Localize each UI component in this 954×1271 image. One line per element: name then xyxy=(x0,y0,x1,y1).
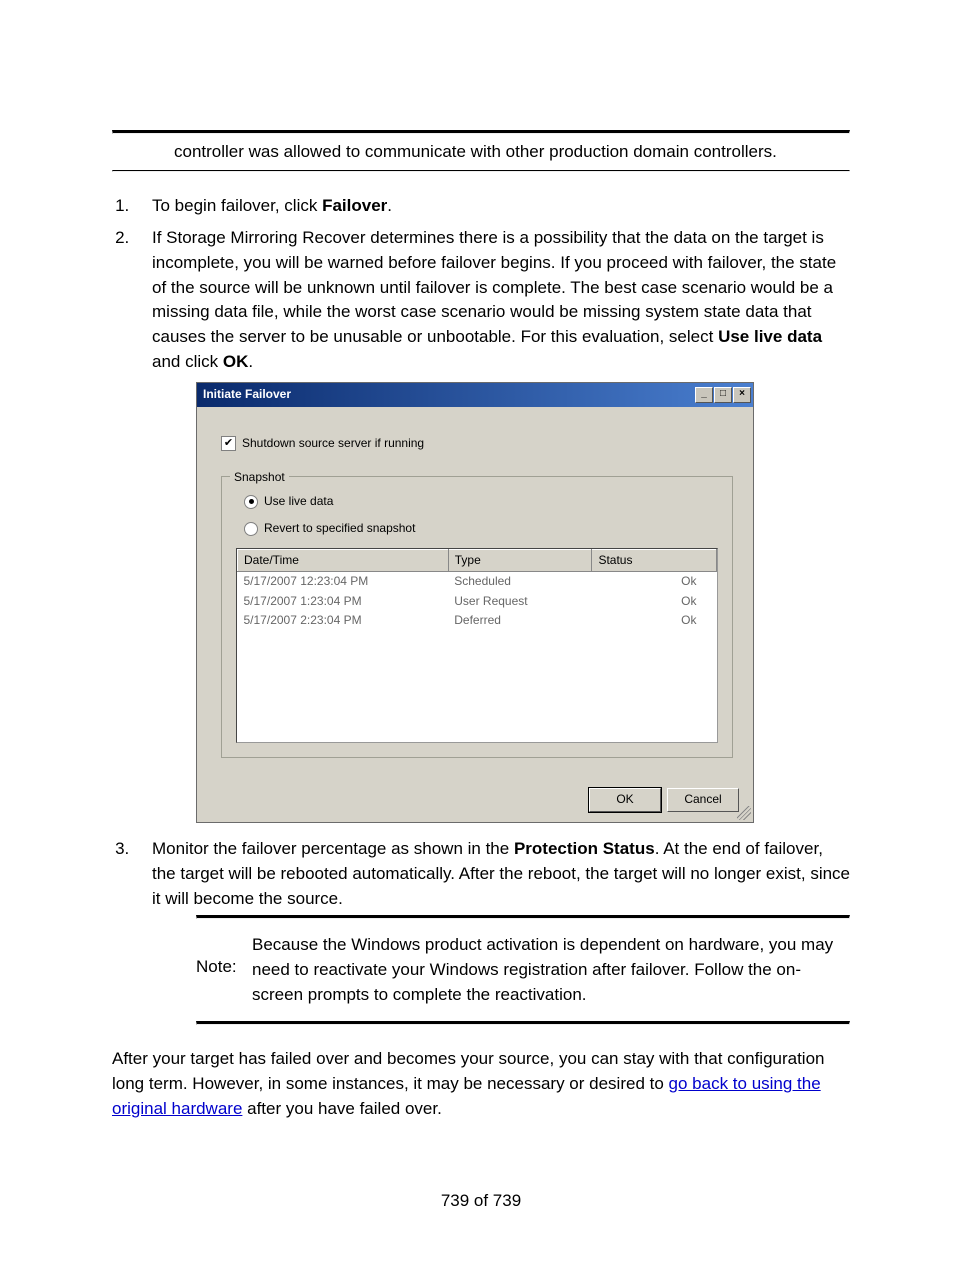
use-live-data-label: Use live data xyxy=(264,493,333,510)
resize-grip-icon[interactable] xyxy=(737,806,751,820)
cancel-button[interactable]: Cancel xyxy=(667,788,739,812)
shutdown-label: Shutdown source server if running xyxy=(242,435,424,452)
snapshot-table: Date/Time Type Status 5/17/2007 12:23:04… xyxy=(236,548,718,744)
intro-text: controller was allowed to communicate wi… xyxy=(174,142,777,161)
revert-snapshot-label: Revert to specified snapshot xyxy=(264,520,415,537)
note-label: Note: xyxy=(196,933,252,980)
dialog-title: Initiate Failover xyxy=(203,386,291,403)
table-row[interactable]: 5/17/2007 1:23:04 PM User Request Ok xyxy=(238,592,717,611)
shutdown-checkbox[interactable]: ✔ xyxy=(221,436,236,451)
snapshot-fieldset: Snapshot Use live data Revert to specifi… xyxy=(221,476,733,758)
table-row[interactable]: 5/17/2007 2:23:04 PM Deferred Ok xyxy=(238,611,717,630)
step-3: Monitor the failover percentage as shown… xyxy=(134,837,850,1025)
intro-bottom-rule xyxy=(112,170,850,172)
col-type[interactable]: Type xyxy=(448,549,592,571)
minimize-button[interactable]: _ xyxy=(695,387,713,403)
dialog-titlebar[interactable]: Initiate Failover _ □ × xyxy=(197,383,753,406)
table-row[interactable]: 5/17/2007 12:23:04 PM Scheduled Ok xyxy=(238,572,717,592)
revert-snapshot-radio[interactable] xyxy=(244,522,258,536)
close-button[interactable]: × xyxy=(733,387,751,403)
col-status[interactable]: Status xyxy=(592,549,717,571)
page-number: 739 of 739 xyxy=(112,1191,850,1211)
use-live-data-radio[interactable] xyxy=(244,495,258,509)
closing-paragraph: After your target has failed over and be… xyxy=(112,1047,850,1121)
maximize-button[interactable]: □ xyxy=(714,387,732,403)
snapshot-legend: Snapshot xyxy=(230,469,289,486)
note-text: Because the Windows product activation i… xyxy=(252,933,850,1007)
step-1: To begin failover, click Failover. xyxy=(134,194,850,219)
initiate-failover-dialog: Initiate Failover _ □ × ✔ Shutdown sourc… xyxy=(196,382,754,823)
ok-button[interactable]: OK xyxy=(589,788,661,812)
col-datetime[interactable]: Date/Time xyxy=(238,549,449,571)
note-bottom-rule xyxy=(196,1021,850,1025)
step-2: If Storage Mirroring Recover determines … xyxy=(134,226,850,823)
